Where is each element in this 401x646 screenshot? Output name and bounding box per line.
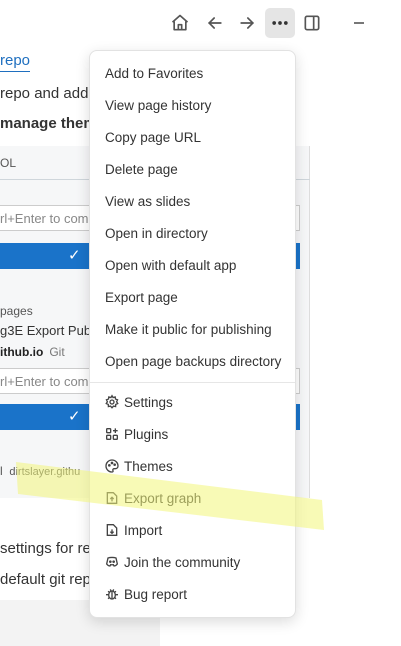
plugins-icon xyxy=(104,426,120,442)
repo-url-text: dirtslayer.githu xyxy=(9,466,81,478)
repo-link[interactable]: repo xyxy=(0,52,31,72)
repo-name: ithub.io Git xyxy=(0,345,65,359)
menu-item-delete-page[interactable]: Delete page xyxy=(90,154,295,184)
minimize-icon[interactable] xyxy=(344,8,374,38)
bug-icon xyxy=(104,586,120,602)
body-text-3: settings for rep xyxy=(0,540,100,557)
menu-item-view-as-slides[interactable]: View as slides xyxy=(90,186,295,216)
menu-item-join-community[interactable]: Join the community xyxy=(90,547,295,577)
sidebar-toggle-icon[interactable] xyxy=(297,8,327,38)
repo-url: l dirtslayer.githu xyxy=(0,464,80,478)
gear-icon xyxy=(104,394,120,410)
import-icon xyxy=(104,522,120,538)
repo-name-text: ithub.io xyxy=(0,345,44,359)
more-horizontal-icon[interactable] xyxy=(265,8,295,38)
menu-item-plugins-label: Plugins xyxy=(124,426,169,442)
discord-icon xyxy=(104,554,120,570)
menu-item-themes[interactable]: Themes xyxy=(90,451,295,481)
palette-icon xyxy=(104,458,120,474)
body-text-1: repo and add it xyxy=(0,85,101,102)
menu-item-export-page[interactable]: Export page xyxy=(90,282,295,312)
menu-item-bug-report[interactable]: Bug report xyxy=(90,579,295,609)
arrow-left-icon[interactable] xyxy=(200,8,230,38)
panel-header-label: OL xyxy=(0,156,17,170)
menu-item-settings-label: Settings xyxy=(124,394,173,410)
menu-item-join-community-label: Join the community xyxy=(124,554,241,570)
repo-url-prefix: l xyxy=(0,464,3,478)
arrow-right-icon[interactable] xyxy=(232,8,262,38)
menu-item-export-graph-label: Export graph xyxy=(124,490,202,506)
app-window: repo repo and add it manage them wi OL r… xyxy=(0,0,401,646)
menu-item-themes-label: Themes xyxy=(124,458,173,474)
menu-item-plugins[interactable]: Plugins xyxy=(90,419,295,449)
home-icon[interactable] xyxy=(165,8,195,38)
menu-item-open-with-default-app[interactable]: Open with default app xyxy=(90,250,295,280)
menu-item-import[interactable]: Import xyxy=(90,515,295,545)
export-icon xyxy=(104,490,120,506)
more-options-menu: Add to Favorites View page history Copy … xyxy=(89,50,296,618)
check-icon: ✓ xyxy=(68,408,81,425)
pages-item: g3E Export Publ xyxy=(0,323,94,338)
menu-item-import-label: Import xyxy=(124,522,163,538)
menu-item-copy-page-url[interactable]: Copy page URL xyxy=(90,122,295,152)
menu-item-bug-report-label: Bug report xyxy=(124,586,188,602)
body-text-4: default git rep xyxy=(0,571,91,588)
menu-item-add-to-favorites[interactable]: Add to Favorites xyxy=(90,58,295,88)
check-icon: ✓ xyxy=(68,247,81,264)
menu-item-make-public[interactable]: Make it public for publishing xyxy=(90,314,295,344)
repo-tag: Git xyxy=(49,345,65,359)
menu-item-open-page-backups[interactable]: Open page backups directory xyxy=(90,346,295,376)
pages-label: pages xyxy=(0,304,33,318)
menu-item-view-page-history[interactable]: View page history xyxy=(90,90,295,120)
top-toolbar xyxy=(0,0,401,48)
menu-item-export-graph[interactable]: Export graph xyxy=(90,483,295,513)
menu-item-settings[interactable]: Settings xyxy=(90,387,295,417)
menu-divider xyxy=(90,382,295,383)
menu-item-open-in-directory[interactable]: Open in directory xyxy=(90,218,295,248)
